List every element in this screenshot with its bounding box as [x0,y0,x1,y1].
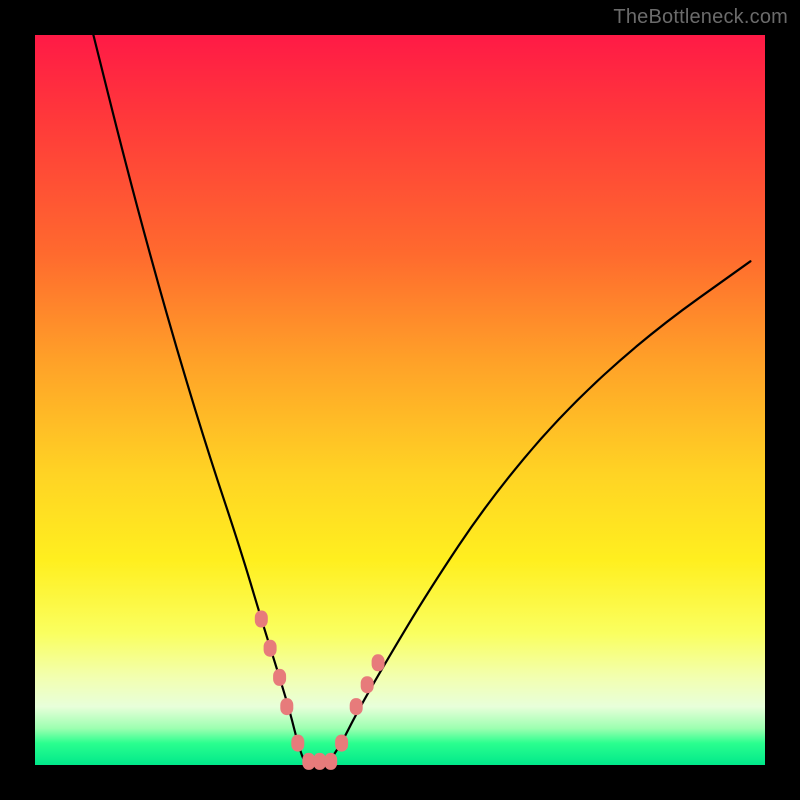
curve-marker [291,735,304,752]
bottleneck-curve [93,35,750,765]
curve-marker [273,669,286,686]
curve-marker [361,676,374,693]
plot-area [35,35,765,765]
curve-marker [255,611,268,628]
curve-marker [324,753,337,770]
marker-group [255,611,385,770]
watermark-text: TheBottleneck.com [613,6,788,29]
curve-marker [335,735,348,752]
curve-marker [280,698,293,715]
curve-marker [350,698,363,715]
curve-marker [372,654,385,671]
chart-frame: TheBottleneck.com [0,0,800,800]
curve-marker [264,640,277,657]
curve-svg [35,35,765,765]
